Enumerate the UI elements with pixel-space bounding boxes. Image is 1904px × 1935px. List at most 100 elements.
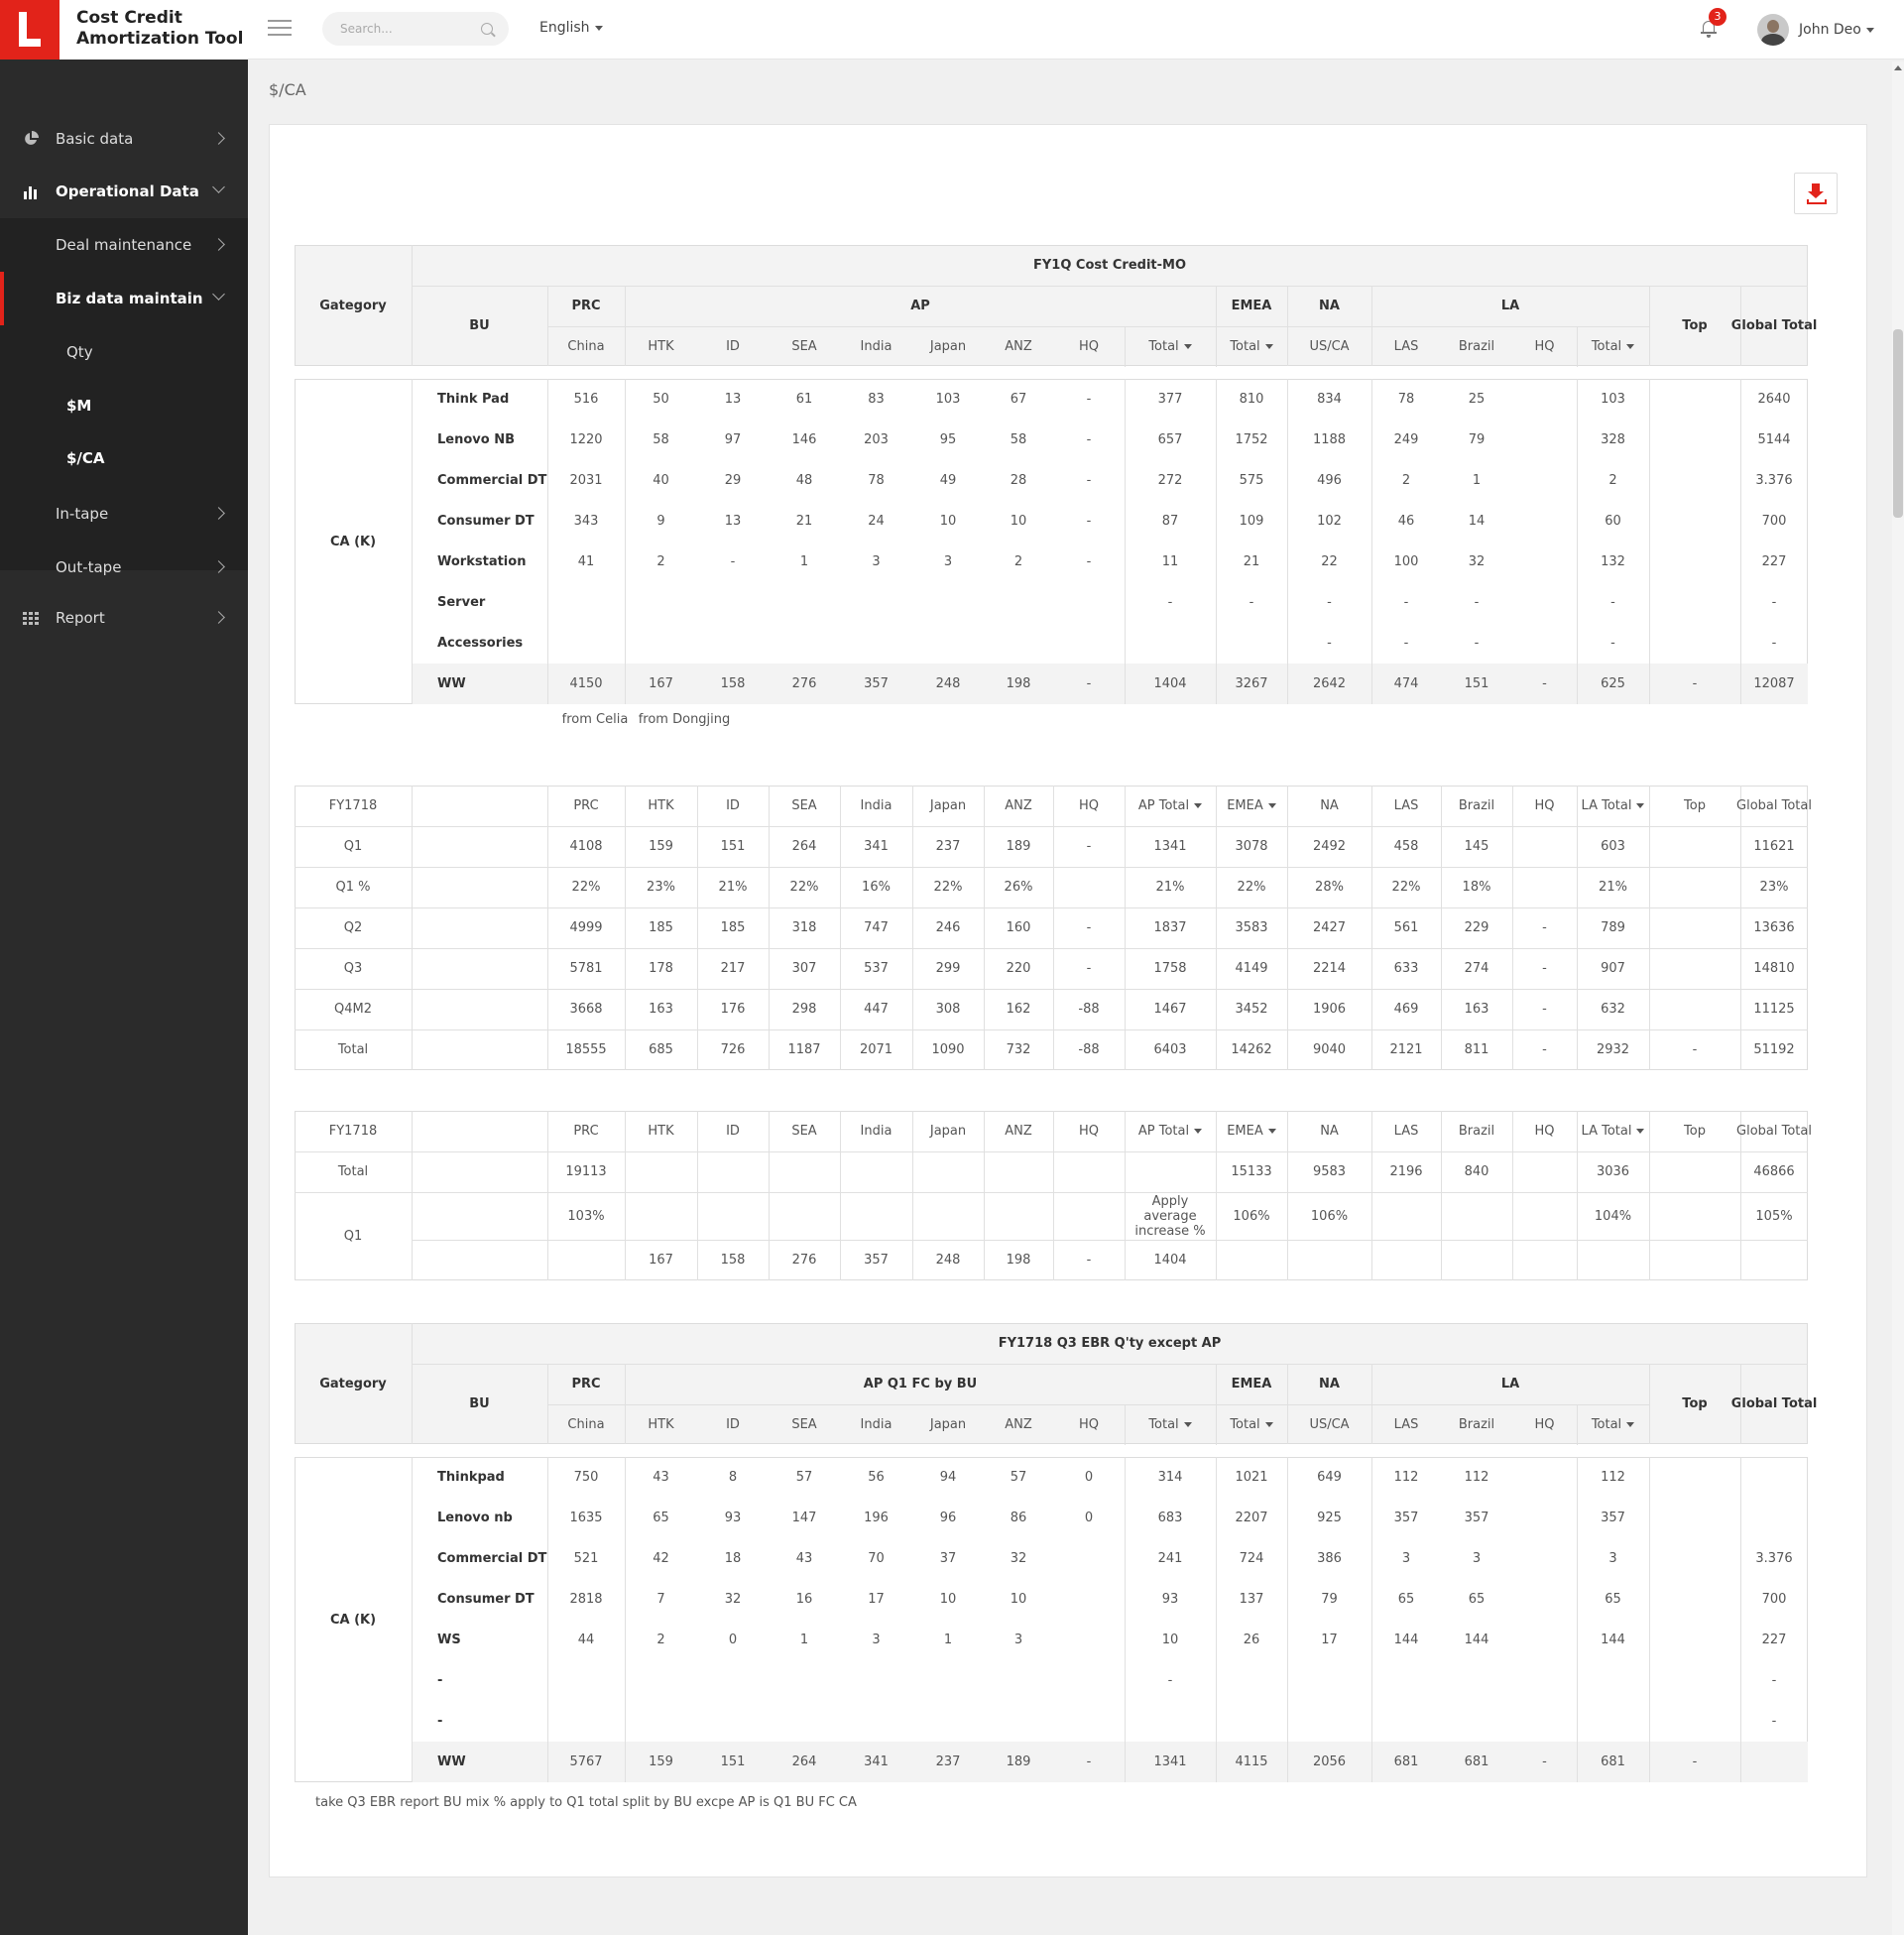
menu-toggle-icon[interactable] [268,20,292,38]
cell-text: 40 [653,473,669,488]
caret-down-icon [1636,803,1645,808]
cell-text: 318 [791,920,817,935]
search-icon[interactable] [481,23,493,35]
cell-text: 3.376 [1755,1551,1793,1566]
total-dropdown[interactable]: Total [1125,1404,1216,1445]
data-cell: - [1371,582,1441,623]
cell-text: - [1542,676,1547,691]
cell-text: ANZ [1005,1417,1032,1432]
header-dropdown[interactable]: EMEA [1216,1111,1287,1151]
scrollbar-thumb[interactable] [1893,329,1903,518]
subcol-header: HQ [1053,1404,1125,1445]
bu-name: Workstation [412,542,547,582]
data-cell [840,1660,912,1701]
bu-name: - [412,1660,547,1701]
bu-name: Thinkpad [412,1457,547,1498]
cell-text: 248 [935,1253,961,1268]
header-dropdown[interactable]: LA Total [1577,1111,1649,1151]
ww-cell: 4150 [547,664,625,704]
cell-text: India [860,798,892,813]
language-dropdown[interactable]: English [539,20,603,36]
search-input[interactable] [340,20,469,38]
header-dropdown[interactable]: AP Total [1125,786,1216,826]
cell-text: 112 [1464,1470,1489,1485]
cell-text: LAS [1393,1124,1419,1139]
sidebar-item-m[interactable]: $M [66,397,91,415]
sidebar-item-report[interactable]: Report [0,591,248,645]
data-cell: 308 [912,989,984,1029]
cell-text: 357 [864,1253,889,1268]
ww-cell: - [1512,1742,1577,1782]
total-dropdown[interactable]: Total [1577,326,1649,367]
cell-text: 2 [656,1633,665,1647]
cell-text: 633 [1393,961,1419,976]
data-cell: 1188 [1287,420,1371,460]
cell-text: 561 [1393,920,1419,935]
data-cell: 21 [769,501,840,542]
total-dropdown[interactable]: Total [1125,326,1216,367]
cell-text: 106% [1310,1208,1349,1224]
data-cell: 274 [1441,948,1512,989]
header-dropdown[interactable]: AP Total [1125,1111,1216,1151]
data-cell: 241 [1125,1538,1216,1579]
data-cell [697,582,769,623]
ww-cell: 341 [840,1742,912,1782]
sidebar-item-out-tape[interactable]: Out-tape [0,541,248,594]
data-cell: 227 [1740,542,1808,582]
sidebar-item-biz-data-maintain[interactable]: Biz data maintain [0,272,248,325]
subcol-header: US/CA [1287,326,1371,367]
cell-text: Thinkpad [437,1470,505,1485]
header-dropdown[interactable]: LA Total [1577,786,1649,826]
sidebar-item-in-tape[interactable]: In-tape [0,487,248,541]
data-cell: 1021 [1216,1457,1287,1498]
cell-text: 2196 [1389,1164,1423,1179]
download-button[interactable] [1794,173,1838,214]
cell-text: 25 [1468,392,1486,407]
column-header: LAS [1371,1111,1441,1151]
user-menu[interactable]: John Deo [1799,22,1874,38]
data-cell: 16 [769,1579,840,1620]
data-cell: 747 [840,907,912,948]
cell-text: India [860,1124,892,1139]
cell-text: 264 [791,839,817,854]
cell-text: LAS [1393,798,1419,813]
data-cell: 185 [625,907,697,948]
total-dropdown[interactable]: Total [1216,1404,1287,1445]
data-cell [1512,379,1577,420]
column-header: Top [1649,786,1740,826]
data-cell: 32 [984,1538,1053,1579]
scroll-up-icon[interactable] [1894,65,1902,70]
data-cell: 145 [1441,826,1512,867]
cell-text: 603 [1601,839,1625,854]
sidebar-item-operational-data[interactable]: Operational Data [0,165,248,218]
sidebar-item-basic-data[interactable]: Basic data [0,112,248,166]
data-cell: 103% [547,1192,625,1240]
data-cell: 2214 [1287,948,1371,989]
header-dropdown[interactable]: EMEA [1216,786,1287,826]
cell-text: 17 [1321,1633,1338,1647]
ww-cell: - [1053,664,1125,704]
avatar[interactable] [1757,14,1789,46]
cell-text: 1837 [1153,920,1187,935]
scrollbar[interactable] [1892,61,1904,1935]
cell-text: NA [1320,1124,1339,1139]
total-dropdown[interactable]: Total [1216,326,1287,367]
total-dropdown[interactable]: Total [1577,1404,1649,1445]
cell-text: 95 [939,432,957,447]
data-cell: 160 [984,907,1053,948]
sidebar-item-ca[interactable]: $/CA [66,449,105,467]
cell-text: 158 [720,676,746,691]
cell-text: 1220 [569,432,603,447]
cell-text: 10 [939,514,957,529]
data-cell [1441,1240,1512,1280]
cell-text: Brazil [1458,339,1495,354]
sidebar-item-qty[interactable]: Qty [66,343,93,361]
column-divider [1740,286,1741,366]
data-cell: 13 [697,379,769,420]
cell-text: 189 [1006,839,1031,854]
cell-text: 50 [653,392,669,407]
sidebar-item-deal-maintenance[interactable]: Deal maintenance [0,218,248,272]
cell-text: 3.376 [1755,473,1793,488]
logo[interactable]: Cost Credit Amortization Tool [0,0,248,60]
data-cell: 87 [1125,501,1216,542]
